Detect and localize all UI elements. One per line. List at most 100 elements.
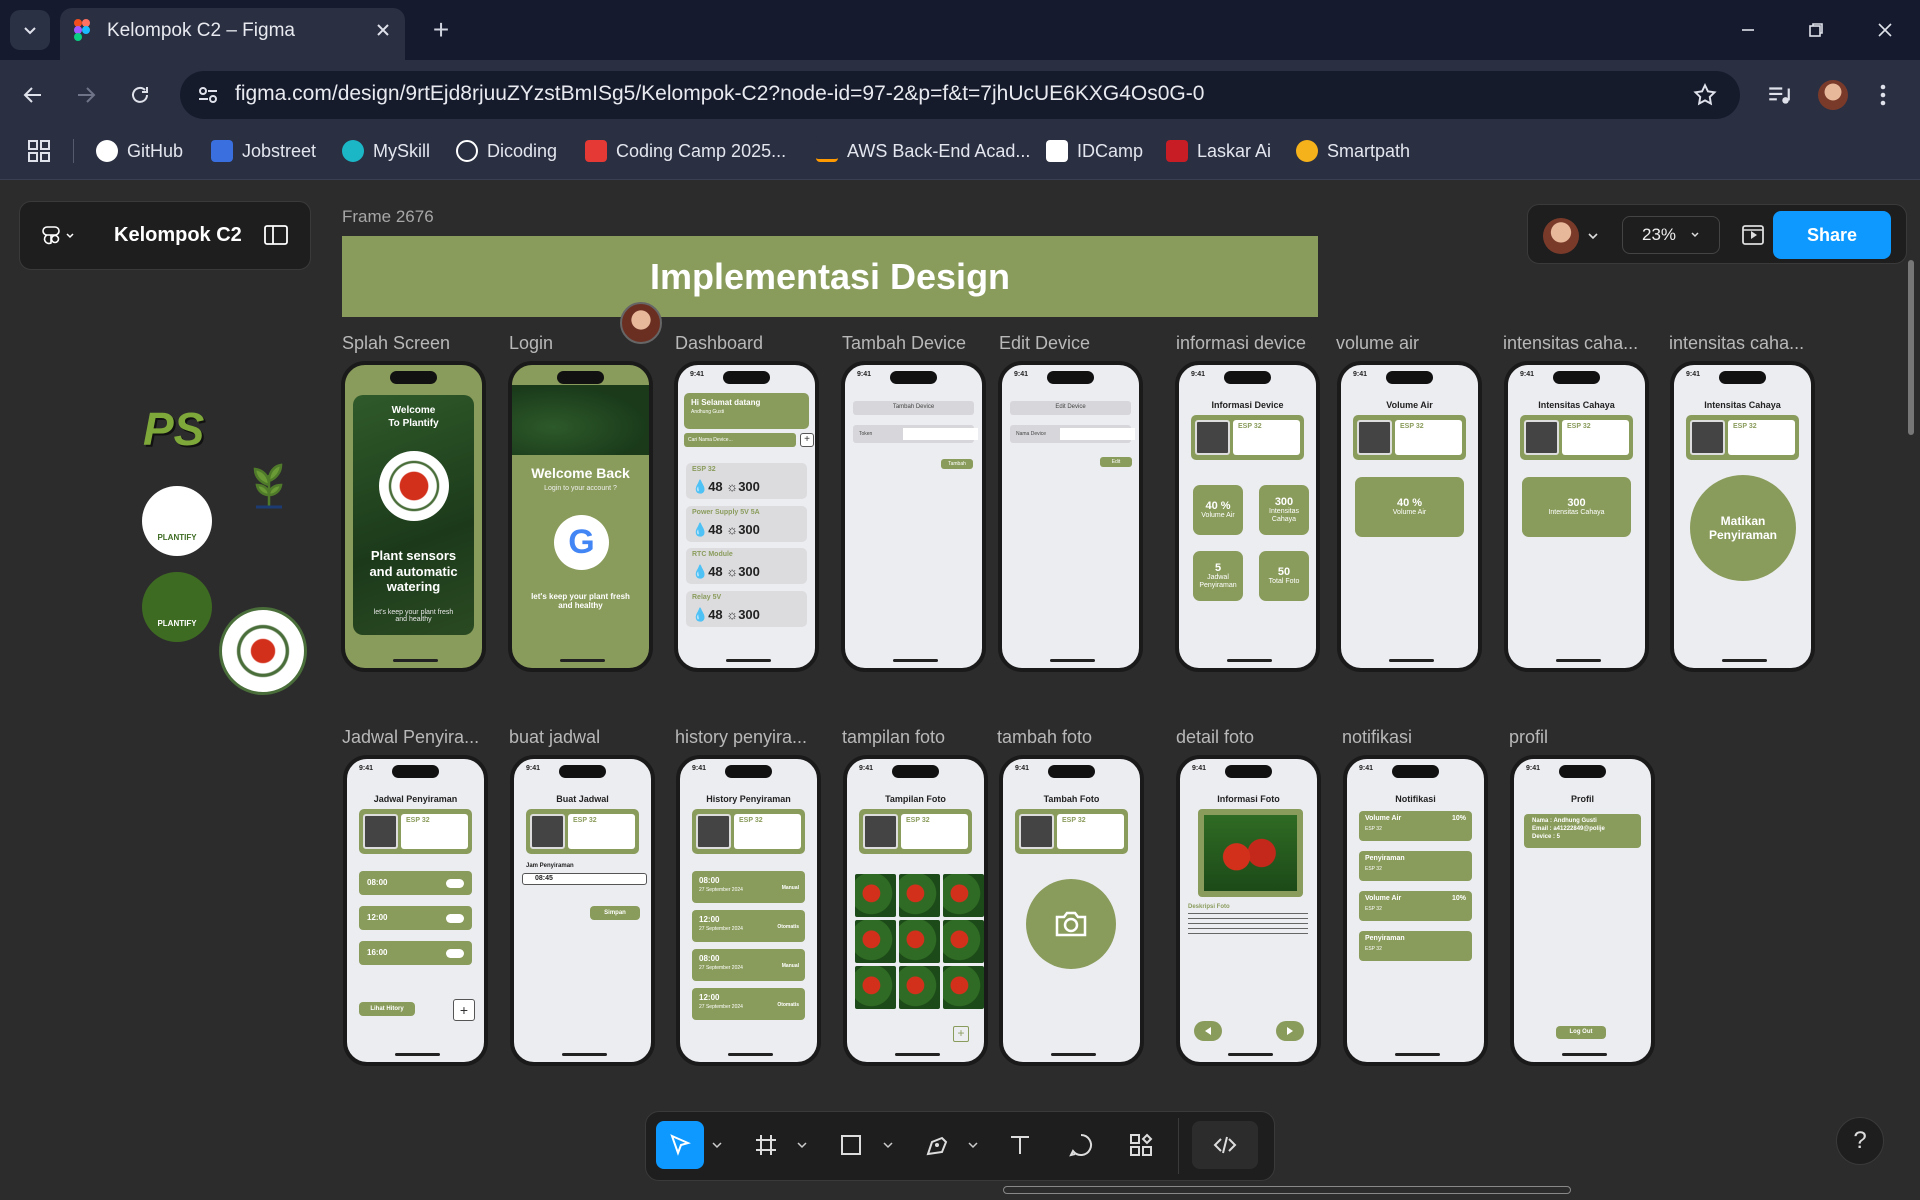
- bookmark-aws[interactable]: AWS Back-End Acad...: [816, 137, 1030, 165]
- notification-row[interactable]: Penyiraman ESP 32: [1359, 931, 1472, 961]
- phone-informasi-device[interactable]: 9:41 Informasi Device ESP 32 40 % Volume …: [1175, 361, 1320, 672]
- chevron-down-icon[interactable]: [711, 1140, 723, 1150]
- phone-edit-device[interactable]: 9:41 Edit Device Nama Device Edit: [998, 361, 1143, 672]
- profile-avatar[interactable]: [1818, 80, 1848, 110]
- token-input[interactable]: [903, 428, 978, 440]
- photo-thumb[interactable]: [943, 874, 984, 917]
- phone-volume-air[interactable]: 9:41 Volume Air ESP 32 40 % Volume Air: [1337, 361, 1482, 672]
- comment-tool-button[interactable]: [1057, 1121, 1105, 1169]
- dev-mode-toggle[interactable]: [1192, 1121, 1258, 1169]
- photo-thumb[interactable]: [899, 920, 940, 963]
- media-icon[interactable]: [1766, 82, 1792, 108]
- chevron-down-icon[interactable]: [967, 1140, 979, 1150]
- next-photo-button[interactable]: [1276, 1021, 1304, 1041]
- banner-title[interactable]: Implementasi Design: [342, 236, 1318, 317]
- device-name-input[interactable]: [1060, 428, 1135, 440]
- phone-login[interactable]: Welcome Back Login to your account ? G l…: [508, 361, 653, 672]
- back-icon[interactable]: [21, 83, 45, 107]
- main-menu-button[interactable]: [42, 221, 82, 251]
- more-menu-icon[interactable]: [1877, 82, 1889, 108]
- history-row[interactable]: 08:00 27 September 2024 Manual: [692, 949, 805, 981]
- plantify-logo-white[interactable]: PLANTIFY: [142, 486, 212, 556]
- text-tool-button[interactable]: [996, 1121, 1044, 1169]
- frame-label[interactable]: Frame 2676: [342, 207, 434, 227]
- help-button[interactable]: ?: [1836, 1117, 1884, 1165]
- minimize-button[interactable]: [1728, 14, 1768, 46]
- photo-thumb[interactable]: [899, 966, 940, 1009]
- forward-icon[interactable]: [74, 83, 98, 107]
- schedule-toggle[interactable]: [446, 949, 464, 958]
- bookmark-smartpath[interactable]: Smartpath: [1296, 137, 1410, 165]
- bookmark-jobstreet[interactable]: Jobstreet: [211, 137, 316, 165]
- ps-logo[interactable]: PS: [143, 402, 211, 458]
- tambah-button[interactable]: Tambah: [941, 459, 973, 469]
- bookmark-github[interactable]: GitHub: [96, 137, 183, 165]
- device-card[interactable]: Power Supply 5V 5A 💧48 ☼300: [686, 506, 807, 542]
- bookmark-dicoding[interactable]: Dicoding: [456, 137, 557, 165]
- time-input[interactable]: 08:45: [522, 873, 647, 885]
- phone-dashboard[interactable]: 9:41 Hi Selamat datang Andhung Gusti Car…: [674, 361, 819, 672]
- reload-icon[interactable]: [128, 83, 152, 107]
- chevron-down-icon[interactable]: [796, 1140, 808, 1150]
- phone-intensitas-cahaya[interactable]: 9:41 Intensitas Cahaya ESP 32 300 Intensi…: [1504, 361, 1649, 672]
- device-card[interactable]: ESP 32 💧48 ☼300: [686, 463, 807, 499]
- edit-button[interactable]: Edit: [1100, 457, 1132, 467]
- device-card[interactable]: Relay 5V 💧48 ☼300: [686, 591, 807, 627]
- restore-button[interactable]: [1796, 14, 1836, 46]
- shape-tool-button[interactable]: [827, 1121, 875, 1169]
- phone-tambah-device[interactable]: 9:41 Tambah Device Token Tambah: [841, 361, 986, 672]
- photo-thumb[interactable]: [943, 920, 984, 963]
- add-photo-icon[interactable]: +: [953, 1026, 969, 1042]
- actions-tool-button[interactable]: [1117, 1121, 1165, 1169]
- plantify-logo-green[interactable]: PLANTIFY: [142, 572, 212, 642]
- notification-row[interactable]: Penyiraman ESP 32: [1359, 851, 1472, 881]
- phone-profil[interactable]: 9:41 Profil Nama : Andhung Gusti Email :…: [1510, 755, 1655, 1066]
- photo-thumb[interactable]: [855, 920, 896, 963]
- phone-intensitas-cahaya-2[interactable]: 9:41 Intensitas Cahaya ESP 32 Matikan Pe…: [1670, 361, 1815, 672]
- bookmark-idcamp[interactable]: IDCamp: [1046, 137, 1143, 165]
- schedule-toggle[interactable]: [446, 914, 464, 923]
- pen-tool-button[interactable]: [913, 1121, 961, 1169]
- photo-grid[interactable]: [855, 874, 984, 1009]
- bookmark-myskill[interactable]: MySkill: [342, 137, 430, 165]
- star-icon[interactable]: [1692, 82, 1718, 108]
- collaborator-avatar[interactable]: [1543, 218, 1579, 254]
- notification-row[interactable]: Volume Air 10% ESP 32: [1359, 811, 1472, 841]
- bookmark-coding-camp[interactable]: Coding Camp 2025...: [585, 137, 786, 165]
- matikan-penyiraman-button[interactable]: Matikan Penyiraman: [1690, 475, 1796, 581]
- present-icon[interactable]: [1740, 222, 1766, 248]
- bookmark-laskar-ai[interactable]: Laskar Ai: [1166, 137, 1271, 165]
- logout-button[interactable]: Log Out: [1556, 1026, 1606, 1039]
- history-row[interactable]: 12:00 27 September 2024 Otomatis: [692, 988, 805, 1020]
- camera-button[interactable]: [1026, 879, 1116, 969]
- phone-tampilan-foto[interactable]: 9:41 Tampilan Foto ESP 32 +: [843, 755, 988, 1066]
- project-name[interactable]: Kelompok C2: [114, 224, 242, 247]
- history-row[interactable]: 12:00 27 September 2024 Otomatis: [692, 910, 805, 942]
- share-button[interactable]: Share: [1773, 211, 1891, 259]
- apps-icon[interactable]: [27, 139, 51, 163]
- sidebar-toggle-icon[interactable]: [264, 224, 288, 246]
- tab-search-button[interactable]: [10, 10, 50, 50]
- vertical-scrollbar[interactable]: [1908, 260, 1914, 435]
- phone-buat-jadwal[interactable]: 9:41 Buat Jadwal ESP 32 Jam Penyiraman 0…: [510, 755, 655, 1066]
- simpan-button[interactable]: Simpan: [590, 906, 640, 920]
- add-device-button[interactable]: +: [800, 433, 814, 447]
- zoom-dropdown[interactable]: 23%: [1622, 216, 1720, 254]
- history-row[interactable]: 08:00 27 September 2024 Manual: [692, 871, 805, 903]
- site-settings-icon[interactable]: [196, 83, 220, 107]
- close-window-button[interactable]: [1865, 14, 1905, 46]
- schedule-toggle[interactable]: [446, 879, 464, 888]
- device-search[interactable]: Cari Nama Device...: [684, 433, 796, 447]
- device-card[interactable]: RTC Module 💧48 ☼300: [686, 548, 807, 584]
- photo-thumb[interactable]: [855, 966, 896, 1009]
- photo-thumb[interactable]: [899, 874, 940, 917]
- move-tool-button[interactable]: [656, 1121, 704, 1169]
- phone-notifikasi[interactable]: 9:41 Notifikasi Volume Air 10% ESP 32 Peny…: [1343, 755, 1488, 1066]
- phone-splash[interactable]: Welcome To Plantify Plant sensors and au…: [341, 361, 486, 672]
- chevron-down-icon[interactable]: [882, 1140, 894, 1150]
- plant-logo-icon[interactable]: [248, 455, 290, 510]
- horizontal-scrollbar[interactable]: [1003, 1186, 1571, 1194]
- notification-row[interactable]: Volume Air 10% ESP 32: [1359, 891, 1472, 921]
- prev-photo-button[interactable]: [1194, 1021, 1222, 1041]
- google-login-button[interactable]: G: [554, 515, 609, 570]
